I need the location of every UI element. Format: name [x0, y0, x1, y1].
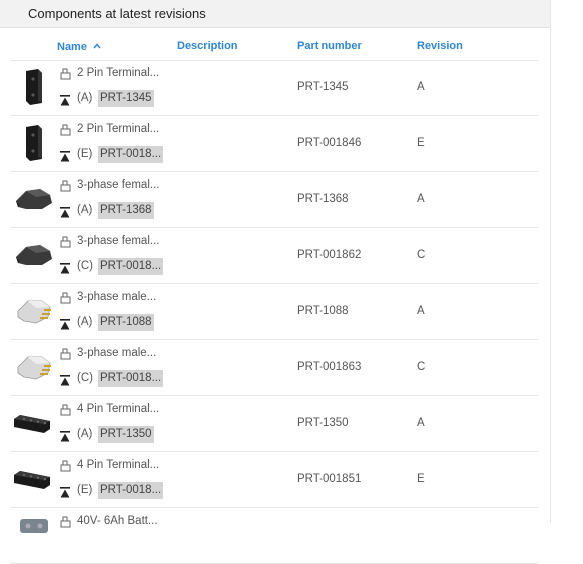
part-name: 3-phase male... — [77, 291, 157, 303]
released-status-icon — [60, 373, 70, 386]
part-name: 3-phase femal... — [77, 179, 160, 191]
revision-cell: E — [417, 473, 425, 485]
revision-cell: A — [417, 305, 425, 317]
released-status-icon — [60, 317, 70, 330]
part-number-cell: PRT-1350 — [297, 417, 349, 429]
part-name: 2 Pin Terminal... — [77, 67, 160, 79]
panel-title: Components at latest revisions — [28, 6, 206, 21]
part-number-badge: PRT-1088 — [98, 314, 154, 331]
part-number-cell: PRT-001851 — [297, 473, 362, 485]
panel-border — [550, 0, 551, 523]
part-studio-icon — [59, 347, 71, 360]
table-row-2[interactable]: 2 Pin Terminal... (E) PRT-0018... PRT-00… — [10, 116, 538, 172]
part-number-cell: PRT-1088 — [297, 305, 349, 317]
revision-cell: C — [417, 361, 426, 373]
table-body: 2 Pin Terminal... (A) PRT-1345 PRT-1345 … — [10, 60, 538, 564]
part-thumbnail — [12, 457, 56, 501]
part-thumbnail — [12, 233, 56, 277]
table-row-5[interactable]: 3-phase male... (A) PRT-1088 PRT-1088 A — [10, 284, 538, 340]
revision-label: (A) — [77, 316, 93, 328]
part-studio-icon — [59, 179, 71, 192]
released-status-icon — [60, 93, 70, 106]
table-header: Name Description Part number Revision — [10, 36, 538, 61]
revision-label: (C) — [77, 372, 93, 384]
table-row-8[interactable]: 4 Pin Terminal... (E) PRT-0018... PRT-00… — [10, 452, 538, 508]
part-number-badge: PRT-0018... — [98, 146, 164, 163]
column-header-description[interactable]: Description — [177, 40, 238, 52]
part-studio-icon — [59, 235, 71, 248]
table-row-1[interactable]: 2 Pin Terminal... (A) PRT-1345 PRT-1345 … — [10, 60, 538, 116]
revision-cell: A — [417, 81, 425, 93]
part-thumbnail — [12, 177, 56, 221]
part-studio-icon — [59, 67, 71, 80]
column-header-name-label: Name — [57, 41, 87, 53]
column-header-revision[interactable]: Revision — [417, 40, 463, 52]
sort-ascending-icon[interactable] — [93, 40, 101, 52]
part-name: 2 Pin Terminal... — [77, 123, 160, 135]
part-thumbnail — [12, 401, 56, 445]
released-status-icon — [60, 261, 70, 274]
part-studio-icon — [59, 403, 71, 416]
part-number-badge: PRT-0018... — [98, 370, 164, 387]
revision-cell: A — [417, 417, 425, 429]
revision-cell: E — [417, 137, 425, 149]
part-number-badge: PRT-1345 — [98, 90, 154, 107]
revision-cell: A — [417, 193, 425, 205]
part-number-cell: PRT-001862 — [297, 249, 362, 261]
part-thumbnail — [12, 289, 56, 333]
revision-label: (A) — [77, 92, 93, 104]
part-studio-icon — [59, 291, 71, 304]
released-status-icon — [60, 429, 70, 442]
part-studio-icon — [59, 123, 71, 136]
revision-label: (E) — [77, 148, 93, 160]
part-thumbnail — [12, 345, 56, 389]
part-thumbnail — [12, 513, 56, 557]
part-thumbnail — [12, 65, 56, 109]
column-header-name[interactable]: Name — [57, 40, 101, 53]
part-studio-icon — [59, 459, 71, 472]
table-row-3[interactable]: 3-phase femal... (A) PRT-1368 PRT-1368 A — [10, 172, 538, 228]
part-number-cell: PRT-1345 — [297, 81, 349, 93]
revision-label: (A) — [77, 204, 93, 216]
table-row-4[interactable]: 3-phase femal... (C) PRT-0018... PRT-001… — [10, 228, 538, 284]
part-studio-icon — [59, 515, 71, 528]
released-status-icon — [60, 205, 70, 218]
revision-label: (C) — [77, 260, 93, 272]
part-name: 40V- 6Ah Batt... — [77, 515, 158, 527]
panel-titlebar: Components at latest revisions — [0, 0, 550, 28]
part-thumbnail — [12, 121, 56, 165]
part-number-cell: PRT-001863 — [297, 361, 362, 373]
part-number-cell: PRT-1368 — [297, 193, 349, 205]
revision-cell: C — [417, 249, 426, 261]
part-name: 4 Pin Terminal... — [77, 403, 160, 415]
part-number-badge: PRT-0018... — [98, 258, 164, 275]
part-name: 3-phase femal... — [77, 235, 160, 247]
table-row-7[interactable]: 4 Pin Terminal... (A) PRT-1350 PRT-1350 … — [10, 396, 538, 452]
part-number-badge: PRT-0018... — [98, 482, 164, 499]
part-number-cell: PRT-001846 — [297, 137, 362, 149]
part-number-badge: PRT-1368 — [98, 202, 154, 219]
table-row-9[interactable]: 40V- 6Ah Batt... — [10, 508, 538, 564]
released-status-icon — [60, 485, 70, 498]
part-number-badge: PRT-1350 — [98, 426, 154, 443]
revision-label: (E) — [77, 484, 93, 496]
column-header-part-number[interactable]: Part number — [297, 40, 362, 52]
table-row-6[interactable]: 3-phase male... (C) PRT-0018... PRT-0018… — [10, 340, 538, 396]
revision-label: (A) — [77, 428, 93, 440]
released-status-icon — [60, 149, 70, 162]
part-name: 3-phase male... — [77, 347, 157, 359]
components-panel: Components at latest revisions Name Desc… — [0, 0, 550, 564]
part-name: 4 Pin Terminal... — [77, 459, 160, 471]
